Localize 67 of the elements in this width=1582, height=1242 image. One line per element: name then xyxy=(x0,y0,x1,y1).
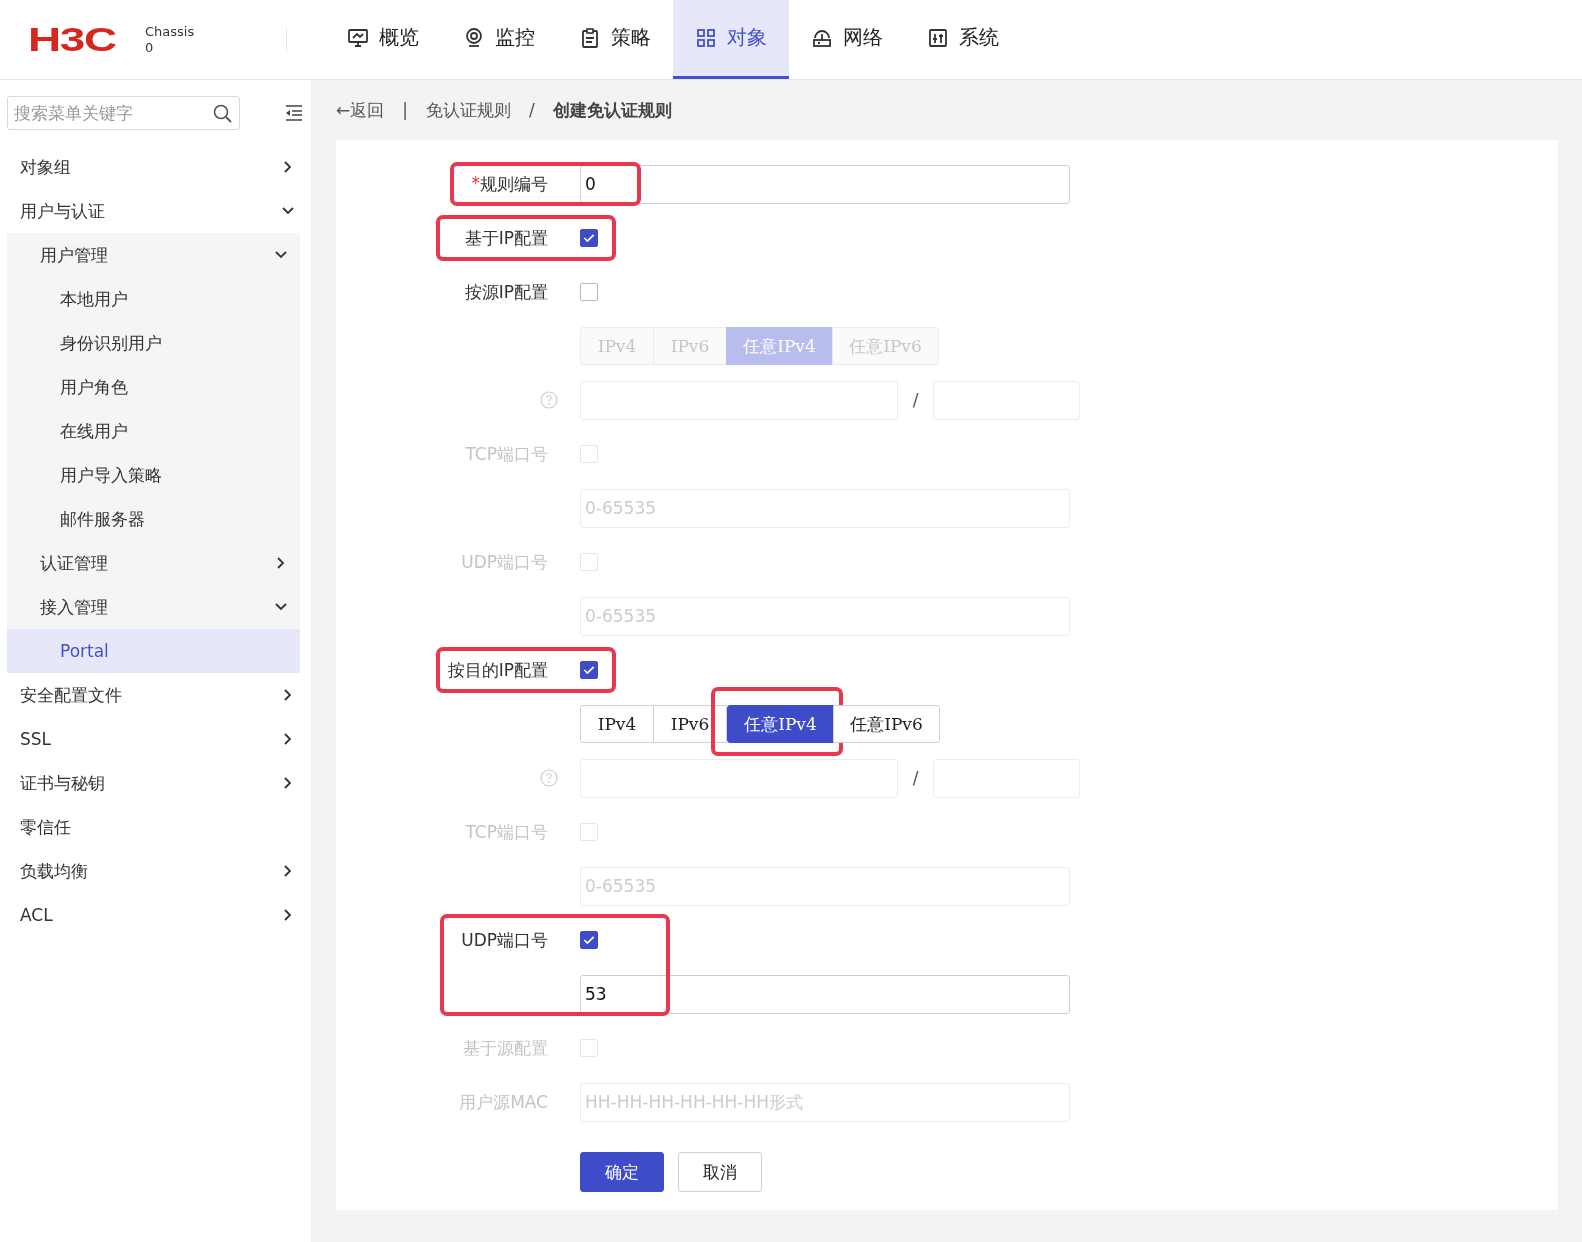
menu-item[interactable]: 本地用户 xyxy=(7,277,300,321)
nav-tab[interactable]: 策略 xyxy=(557,0,673,79)
menu-item[interactable]: 负载均衡 xyxy=(7,849,307,893)
segment-option[interactable]: 任意IPv6 xyxy=(833,705,940,743)
nav-tab[interactable]: 概览 xyxy=(325,0,441,79)
field-label: 按目的IP配置 xyxy=(446,658,548,682)
separator: | xyxy=(402,100,408,120)
menu-item[interactable]: 接入管理 xyxy=(7,585,300,629)
slash: / xyxy=(911,768,920,788)
help-icon xyxy=(540,391,558,409)
field-label: 按源IP配置 xyxy=(463,280,548,304)
collapse-menu-icon[interactable] xyxy=(285,104,303,122)
menu-item[interactable]: ACL xyxy=(7,893,307,937)
nav-tab[interactable]: 系统 xyxy=(905,0,1021,79)
field-label: 基于IP配置 xyxy=(463,226,548,250)
clipboard-icon xyxy=(579,26,601,49)
nav-tab[interactable]: 监控 xyxy=(441,0,557,79)
menu-item[interactable]: 零信任 xyxy=(7,805,307,849)
field-label: 用户源MAC xyxy=(458,1090,548,1114)
field-label: TCP端口号 xyxy=(464,442,548,466)
search-field[interactable]: 搜索菜单关键字 xyxy=(7,96,240,130)
field-label: TCP端口号 xyxy=(464,820,548,844)
segment-option[interactable]: 任意IPv4 xyxy=(727,705,834,743)
webcam-icon xyxy=(463,26,485,49)
menu-item[interactable]: 对象组 xyxy=(7,145,307,189)
device-number: 0 xyxy=(145,39,155,56)
menu-item[interactable]: 用户管理 xyxy=(7,233,300,277)
monitor-icon xyxy=(347,26,369,49)
menu-item[interactable]: 安全配置文件 xyxy=(7,673,307,717)
menu-item[interactable]: 身份识别用户 xyxy=(7,321,300,365)
field-label: 基于源配置 xyxy=(462,1036,548,1060)
field-label: UDP端口号 xyxy=(460,550,548,574)
nav-tab[interactable]: 对象 xyxy=(673,0,789,79)
breadcrumb-current: 创建免认证规则 xyxy=(552,98,672,122)
menu-item[interactable]: 用户角色 xyxy=(7,365,300,409)
segment-option[interactable]: IPv4 xyxy=(580,705,654,743)
field-label: UDP端口号 xyxy=(460,928,548,952)
menu-item[interactable]: Portal xyxy=(7,629,300,673)
segment-option[interactable]: IPv6 xyxy=(653,705,727,743)
search-icon xyxy=(213,104,232,123)
required-mark: * xyxy=(471,172,480,195)
menu-item[interactable]: 用户与认证 xyxy=(7,189,307,233)
breadcrumb-divider: / xyxy=(529,100,535,120)
checkbox[interactable] xyxy=(580,229,598,247)
back-link[interactable]: ←返回 xyxy=(336,98,385,122)
logo: H3C xyxy=(28,20,116,59)
menu-item[interactable]: 用户导入策略 xyxy=(7,453,300,497)
menu-item[interactable]: 在线用户 xyxy=(7,409,300,453)
breadcrumb-link[interactable]: 免认证规则 xyxy=(426,98,511,122)
menu-item[interactable]: 证书与秘钥 xyxy=(7,761,307,805)
grid-icon xyxy=(695,26,717,49)
menu-item[interactable]: SSL xyxy=(7,717,307,761)
cancel-button[interactable]: 取消 xyxy=(678,1152,762,1192)
checkbox[interactable] xyxy=(580,931,598,949)
device-name: Chassis xyxy=(145,23,195,40)
nav-tab[interactable]: 网络 xyxy=(789,0,905,79)
sliders-icon xyxy=(927,26,949,49)
slash: / xyxy=(911,390,920,410)
confirm-button[interactable]: 确定 xyxy=(580,1152,664,1192)
field-label: *规则编号 xyxy=(470,172,548,196)
menu-item[interactable]: 邮件服务器 xyxy=(7,497,300,541)
checkbox[interactable] xyxy=(580,661,598,679)
menu-item[interactable]: 认证管理 xyxy=(7,541,300,585)
checkbox[interactable] xyxy=(580,283,598,301)
input-field[interactable]: 53 xyxy=(580,974,1070,1014)
help-icon xyxy=(540,769,558,787)
input-field[interactable]: 0 xyxy=(580,164,1070,204)
